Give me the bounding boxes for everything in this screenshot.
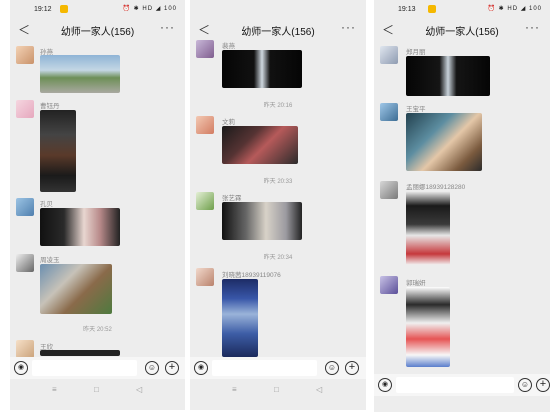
menu-icon[interactable]: ≡ — [52, 385, 57, 394]
chat-image[interactable] — [40, 350, 120, 356]
more-icon[interactable]: ··· — [160, 20, 175, 34]
avatar[interactable] — [16, 254, 34, 272]
sender-name: 刘晓茜18939119076 — [222, 272, 281, 279]
avatar[interactable] — [196, 40, 214, 58]
input-bar: ◉ ☺ + — [374, 374, 550, 396]
timestamp: 昨天 20:16 — [263, 103, 293, 109]
chat-image[interactable] — [40, 110, 76, 192]
chat-title: 幼师一家人(156) — [241, 27, 315, 38]
chat-image[interactable] — [406, 191, 450, 265]
back-nav-icon[interactable]: ◁ — [316, 385, 322, 394]
voice-icon[interactable]: ◉ — [378, 378, 392, 392]
timestamp: 昨天 20:52 — [83, 327, 112, 333]
chat-image[interactable] — [40, 208, 120, 246]
voice-icon[interactable]: ◉ — [14, 361, 28, 375]
status-bar: 19:12 ⏰ ✱ HD ◢ 100 — [10, 0, 185, 18]
more-icon[interactable]: ··· — [341, 20, 356, 34]
chat-screen-1: 19:12 ⏰ ✱ HD ◢ 100 ＜ 幼师一家人(156) ··· 孙燕 曹… — [10, 0, 185, 410]
avatar[interactable] — [16, 46, 34, 64]
avatar[interactable] — [380, 276, 398, 294]
input-bar: ◉ ☺ + — [10, 357, 185, 379]
status-icons: ⏰ ✱ HD ◢ 100 — [122, 6, 177, 12]
notification-icon — [60, 5, 68, 13]
avatar[interactable] — [196, 116, 214, 134]
input-bar: ◉ ☺ + — [190, 357, 366, 379]
chat-header: ＜ 幼师一家人(156) ··· — [190, 18, 366, 40]
status-icons: ⏰ ✱ HD ◢ 100 — [487, 6, 542, 12]
chat-screen-3: 19:13 ⏰ ✱ HD ◢ 100 ＜ 幼师一家人(156) ··· 郑月丽 … — [374, 0, 550, 412]
sender-name: 孟丽娜18939128280 — [406, 184, 466, 191]
timestamp: 昨天 20:34 — [263, 255, 293, 261]
avatar[interactable] — [196, 192, 214, 210]
avatar[interactable] — [16, 340, 34, 358]
chat-image[interactable] — [40, 55, 120, 93]
chat-image[interactable] — [222, 50, 302, 88]
avatar[interactable] — [16, 100, 34, 118]
chat-image[interactable] — [222, 279, 258, 357]
plus-icon[interactable]: + — [165, 361, 179, 375]
chat-header: ＜ 幼师一家人(156) ··· — [374, 18, 550, 40]
plus-icon[interactable]: + — [536, 378, 550, 392]
avatar[interactable] — [16, 198, 34, 216]
sender-name: 王宝平 — [406, 106, 426, 113]
more-icon[interactable]: ··· — [525, 20, 540, 34]
sender-name: 张艺霖 — [222, 195, 242, 202]
sender-name: 孔贝 — [40, 201, 53, 208]
sender-name: 周凌玉 — [40, 257, 60, 264]
sender-name: 曹钰丹 — [40, 103, 60, 110]
message-input[interactable] — [32, 360, 137, 376]
menu-icon[interactable]: ≡ — [232, 385, 237, 394]
chat-title: 幼师一家人(156) — [425, 27, 499, 38]
avatar[interactable] — [380, 103, 398, 121]
system-nav-bar: ≡ □ ◁ — [10, 383, 185, 399]
avatar[interactable] — [380, 181, 398, 199]
avatar[interactable] — [380, 46, 398, 64]
status-bar: 19:13 ⏰ ✱ HD ◢ 100 — [374, 0, 550, 18]
clock: 19:12 — [34, 6, 52, 13]
system-nav-bar: ≡ □ ◁ — [190, 383, 366, 399]
voice-icon[interactable]: ◉ — [194, 361, 208, 375]
sender-name: 郭瑞妍 — [406, 280, 426, 287]
sender-name: 郑月丽 — [406, 49, 426, 56]
chat-image[interactable] — [406, 56, 490, 96]
sender-name: 裴燕 — [222, 43, 235, 50]
chat-image[interactable] — [222, 126, 298, 164]
chat-image[interactable] — [406, 287, 450, 367]
back-nav-icon[interactable]: ◁ — [136, 385, 142, 394]
home-icon[interactable]: □ — [94, 385, 99, 394]
home-icon[interactable]: □ — [274, 385, 279, 394]
message-input[interactable] — [396, 377, 514, 393]
clock: 19:13 — [398, 6, 416, 13]
chat-image[interactable] — [222, 202, 302, 240]
emoji-icon[interactable]: ☺ — [518, 378, 532, 392]
timestamp: 昨天 20:33 — [263, 179, 293, 185]
avatar[interactable] — [196, 268, 214, 286]
sender-name: 文莉 — [222, 119, 235, 126]
emoji-icon[interactable]: ☺ — [325, 361, 339, 375]
chat-header: ＜ 幼师一家人(156) ··· — [10, 18, 185, 40]
plus-icon[interactable]: + — [345, 361, 359, 375]
chat-screen-2: ＜ 幼师一家人(156) ··· 裴燕 昨天 20:16 文莉 昨天 20:33… — [190, 0, 366, 410]
chat-image[interactable] — [406, 113, 482, 171]
emoji-icon[interactable]: ☺ — [145, 361, 159, 375]
message-input[interactable] — [212, 360, 317, 376]
chat-title: 幼师一家人(156) — [60, 27, 135, 38]
notification-icon — [428, 5, 436, 13]
chat-image[interactable] — [40, 264, 112, 314]
